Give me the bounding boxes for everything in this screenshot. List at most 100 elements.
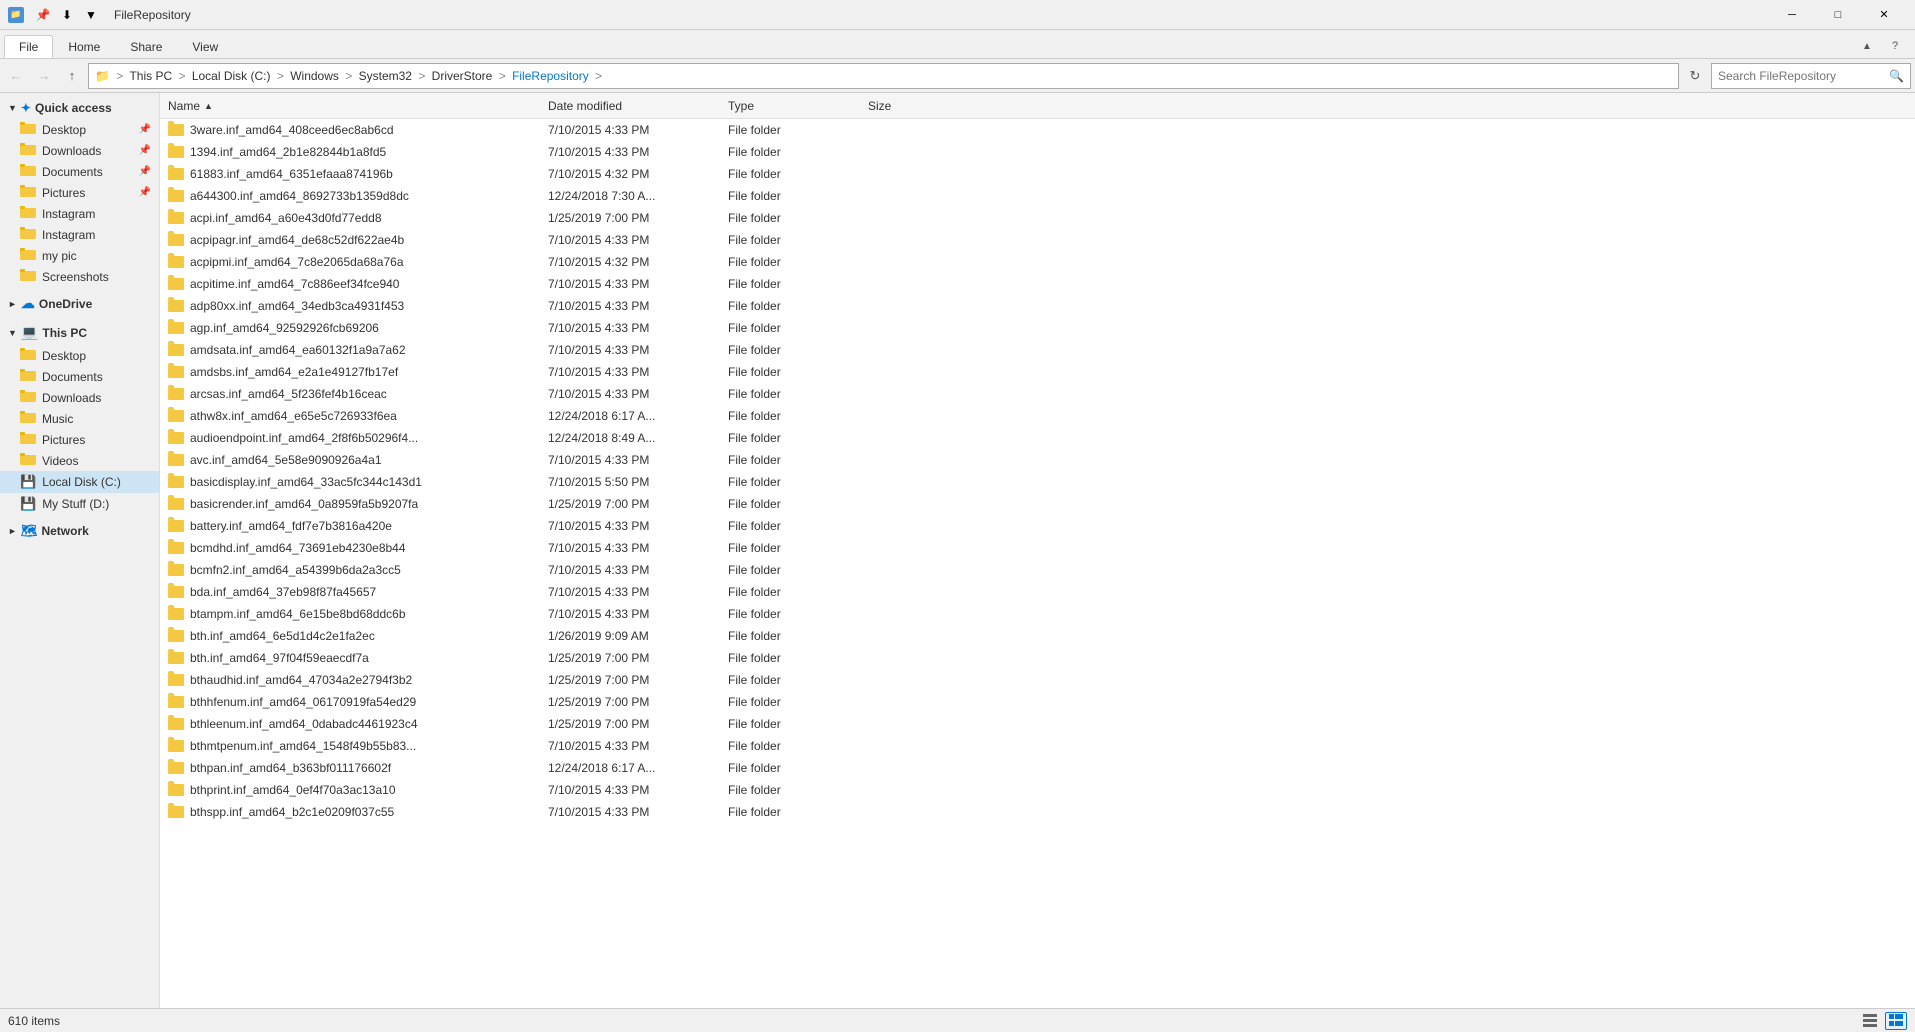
table-row[interactable]: amdsata.inf_amd64_ea60132f1a9a7a62 7/10/… [160, 339, 1915, 361]
sidebar-item-pictures-pc[interactable]: Pictures [0, 429, 159, 450]
file-list-header: Name ▲ Date modified Type Size [160, 93, 1915, 119]
close-button[interactable]: ✕ [1861, 0, 1907, 30]
search-box[interactable]: 🔍 [1711, 63, 1911, 89]
down-button[interactable]: ▼ [80, 4, 102, 26]
list-view-button[interactable] [1859, 1012, 1881, 1030]
table-row[interactable]: bth.inf_amd64_6e5d1d4c2e1fa2ec 1/26/2019… [160, 625, 1915, 647]
sidebar-item-mypic[interactable]: my pic [0, 245, 159, 266]
pin-button[interactable]: 📌 [32, 4, 54, 26]
maximize-button[interactable]: □ [1815, 0, 1861, 30]
file-modified-cell: 12/24/2018 6:17 A... [548, 761, 728, 775]
help-button[interactable]: ? [1883, 34, 1907, 58]
table-row[interactable]: bth.inf_amd64_97f04f59eaecdf7a 1/25/2019… [160, 647, 1915, 669]
tab-share[interactable]: Share [115, 35, 177, 58]
table-row[interactable]: bthprint.inf_amd64_0ef4f70a3ac13a10 7/10… [160, 779, 1915, 801]
tab-view[interactable]: View [177, 35, 233, 58]
column-modified[interactable]: Date modified [548, 99, 728, 113]
sidebar-item-downloads-pc[interactable]: Downloads [0, 387, 159, 408]
file-name: acpitime.inf_amd64_7c886eef34fce940 [190, 277, 399, 291]
chevron-icon: ▼ [8, 103, 17, 113]
sidebar-item-documents-qa[interactable]: Documents 📌 [0, 161, 159, 182]
table-row[interactable]: 1394.inf_amd64_2b1e82844b1a8fd5 7/10/201… [160, 141, 1915, 163]
file-modified-cell: 7/10/2015 4:33 PM [548, 365, 728, 379]
table-row[interactable]: a644300.inf_amd64_8692733b1359d8dc 12/24… [160, 185, 1915, 207]
file-type-cell: File folder [728, 805, 868, 819]
sidebar-header-quick-access[interactable]: ▼ ✦ Quick access [0, 97, 159, 119]
table-row[interactable]: adp80xx.inf_amd64_34edb3ca4931f453 7/10/… [160, 295, 1915, 317]
file-name: agp.inf_amd64_92592926fcb69206 [190, 321, 379, 335]
refresh-button[interactable]: ↻ [1683, 64, 1707, 88]
sidebar-item-downloads-qa[interactable]: Downloads 📌 [0, 140, 159, 161]
sidebar-item-music-pc[interactable]: Music [0, 408, 159, 429]
undo-button[interactable]: ⬇ [56, 4, 78, 26]
tab-file[interactable]: File [4, 35, 53, 58]
sidebar-item-local-disk-c[interactable]: 💾 Local Disk (C:) [0, 471, 159, 493]
table-row[interactable]: acpi.inf_amd64_a60e43d0fd77edd8 1/25/201… [160, 207, 1915, 229]
back-button[interactable]: ← [4, 64, 28, 88]
table-row[interactable]: battery.inf_amd64_fdf7e7b3816a420e 7/10/… [160, 515, 1915, 537]
table-row[interactable]: bthleenum.inf_amd64_0dabadc4461923c4 1/2… [160, 713, 1915, 735]
sidebar-item-my-stuff-d[interactable]: 💾 My Stuff (D:) [0, 493, 159, 515]
table-row[interactable]: bda.inf_amd64_37eb98f87fa45657 7/10/2015… [160, 581, 1915, 603]
table-row[interactable]: bthspp.inf_amd64_b2c1e0209f037c55 7/10/2… [160, 801, 1915, 823]
sidebar-item-videos-pc[interactable]: Videos [0, 450, 159, 471]
table-row[interactable]: 61883.inf_amd64_6351efaaa874196b 7/10/20… [160, 163, 1915, 185]
table-row[interactable]: agp.inf_amd64_92592926fcb69206 7/10/2015… [160, 317, 1915, 339]
table-row[interactable]: audioendpoint.inf_amd64_2f8f6b50296f4...… [160, 427, 1915, 449]
address-box[interactable]: 📁 > This PC > Local Disk (C:) > Windows … [88, 63, 1679, 89]
table-row[interactable]: basicdisplay.inf_amd64_33ac5fc344c143d1 … [160, 471, 1915, 493]
table-row[interactable]: bthaudhid.inf_amd64_47034a2e2794f3b2 1/2… [160, 669, 1915, 691]
column-type[interactable]: Type [728, 99, 868, 113]
table-row[interactable]: btampm.inf_amd64_6e15be8bd68ddc6b 7/10/2… [160, 603, 1915, 625]
up-button[interactable]: ↑ [60, 64, 84, 88]
table-row[interactable]: 3ware.inf_amd64_408ceed6ec8ab6cd 7/10/20… [160, 119, 1915, 141]
table-row[interactable]: bthmtpenum.inf_amd64_1548f49b55b83... 7/… [160, 735, 1915, 757]
file-type-cell: File folder [728, 167, 868, 181]
table-row[interactable]: bcmdhd.inf_amd64_73691eb4230e8b44 7/10/2… [160, 537, 1915, 559]
forward-button[interactable]: → [32, 64, 56, 88]
column-name[interactable]: Name ▲ [168, 99, 548, 113]
file-list-area: Name ▲ Date modified Type Size 3ware.inf… [160, 93, 1915, 1008]
sidebar-item-screenshots[interactable]: Screenshots [0, 266, 159, 287]
sidebar-item-instagram1[interactable]: Instagram [0, 203, 159, 224]
table-row[interactable]: acpipagr.inf_amd64_de68c52df622ae4b 7/10… [160, 229, 1915, 251]
file-modified-cell: 7/10/2015 4:33 PM [548, 585, 728, 599]
table-row[interactable]: amdsbs.inf_amd64_e2a1e49127fb17ef 7/10/2… [160, 361, 1915, 383]
address-bar-area: ← → ↑ 📁 > This PC > Local Disk (C:) > Wi… [0, 59, 1915, 93]
column-size[interactable]: Size [868, 99, 948, 113]
file-type-cell: File folder [728, 365, 868, 379]
table-row[interactable]: basicrender.inf_amd64_0a8959fa5b9207fa 1… [160, 493, 1915, 515]
sidebar-header-this-pc[interactable]: ▼ 💻 This PC [0, 320, 159, 345]
file-modified-cell: 7/10/2015 4:33 PM [548, 739, 728, 753]
sidebar-item-instagram2[interactable]: Instagram [0, 224, 159, 245]
minimize-button[interactable]: ─ [1769, 0, 1815, 30]
sidebar-item-pictures-qa[interactable]: Pictures 📌 [0, 182, 159, 203]
table-row[interactable]: athw8x.inf_amd64_e65e5c726933f6ea 12/24/… [160, 405, 1915, 427]
folder-icon [168, 784, 184, 796]
search-input[interactable] [1718, 69, 1885, 83]
folder-icon [168, 388, 184, 400]
sidebar-header-network[interactable]: ► 🗺 Network [0, 519, 159, 543]
sidebar-item-documents-pc[interactable]: Documents [0, 366, 159, 387]
table-row[interactable]: avc.inf_amd64_5e58e9090926a4a1 7/10/2015… [160, 449, 1915, 471]
table-row[interactable]: arcsas.inf_amd64_5f236fef4b16ceac 7/10/2… [160, 383, 1915, 405]
sidebar-item-desktop-pc[interactable]: Desktop [0, 345, 159, 366]
details-view-button[interactable] [1885, 1012, 1907, 1030]
tab-home[interactable]: Home [53, 35, 115, 58]
file-modified-cell: 1/25/2019 7:00 PM [548, 673, 728, 687]
collapse-ribbon-button[interactable]: ▲ [1855, 34, 1879, 58]
sidebar-header-onedrive[interactable]: ► ☁ OneDrive [0, 291, 159, 316]
table-row[interactable]: bcmfn2.inf_amd64_a54399b6da2a3cc5 7/10/2… [160, 559, 1915, 581]
file-type-cell: File folder [728, 739, 868, 753]
table-row[interactable]: bthhfenum.inf_amd64_06170919fa54ed29 1/2… [160, 691, 1915, 713]
file-name: bthpan.inf_amd64_b363bf011176602f [190, 761, 391, 775]
file-name-cell: basicrender.inf_amd64_0a8959fa5b9207fa [168, 497, 548, 511]
table-row[interactable]: bthpan.inf_amd64_b363bf011176602f 12/24/… [160, 757, 1915, 779]
table-row[interactable]: acpipmi.inf_amd64_7c8e2065da68a76a 7/10/… [160, 251, 1915, 273]
file-modified-cell: 7/10/2015 4:33 PM [548, 783, 728, 797]
sidebar-item-desktop[interactable]: Desktop 📌 [0, 119, 159, 140]
file-type-cell: File folder [728, 761, 868, 775]
file-name: 61883.inf_amd64_6351efaaa874196b [190, 167, 393, 181]
file-type-cell: File folder [728, 189, 868, 203]
table-row[interactable]: acpitime.inf_amd64_7c886eef34fce940 7/10… [160, 273, 1915, 295]
